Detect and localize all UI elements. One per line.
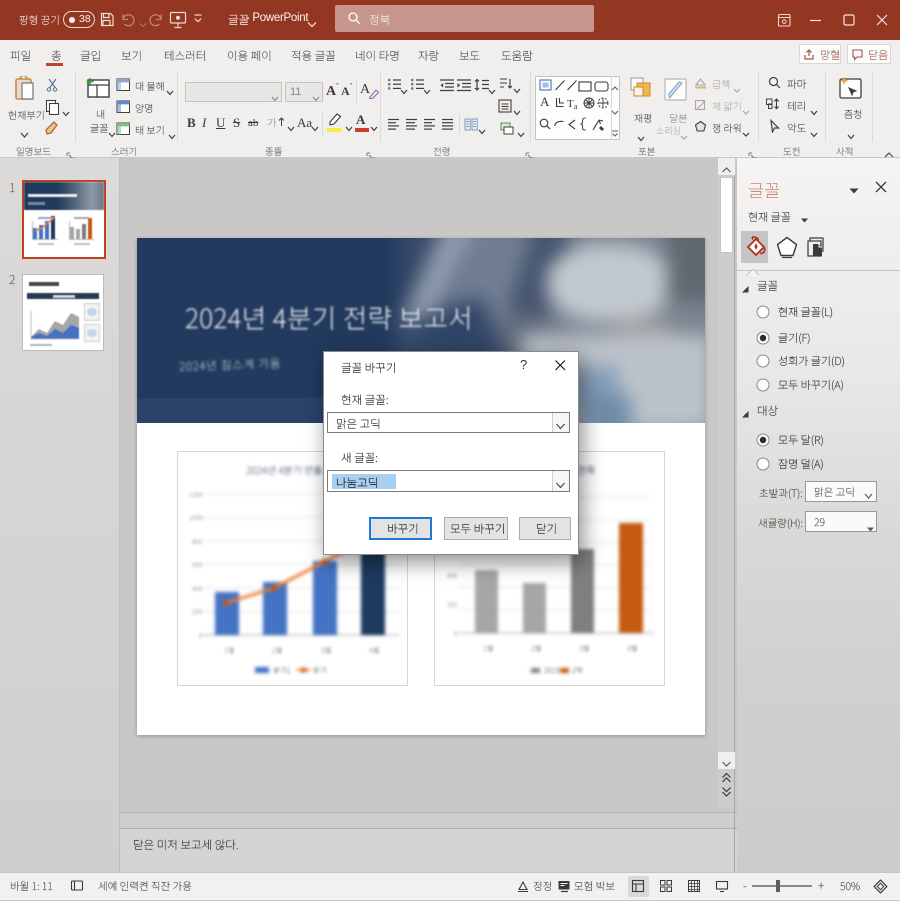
svg-text:T: T [567,98,574,110]
svg-text:a: a [574,102,578,110]
